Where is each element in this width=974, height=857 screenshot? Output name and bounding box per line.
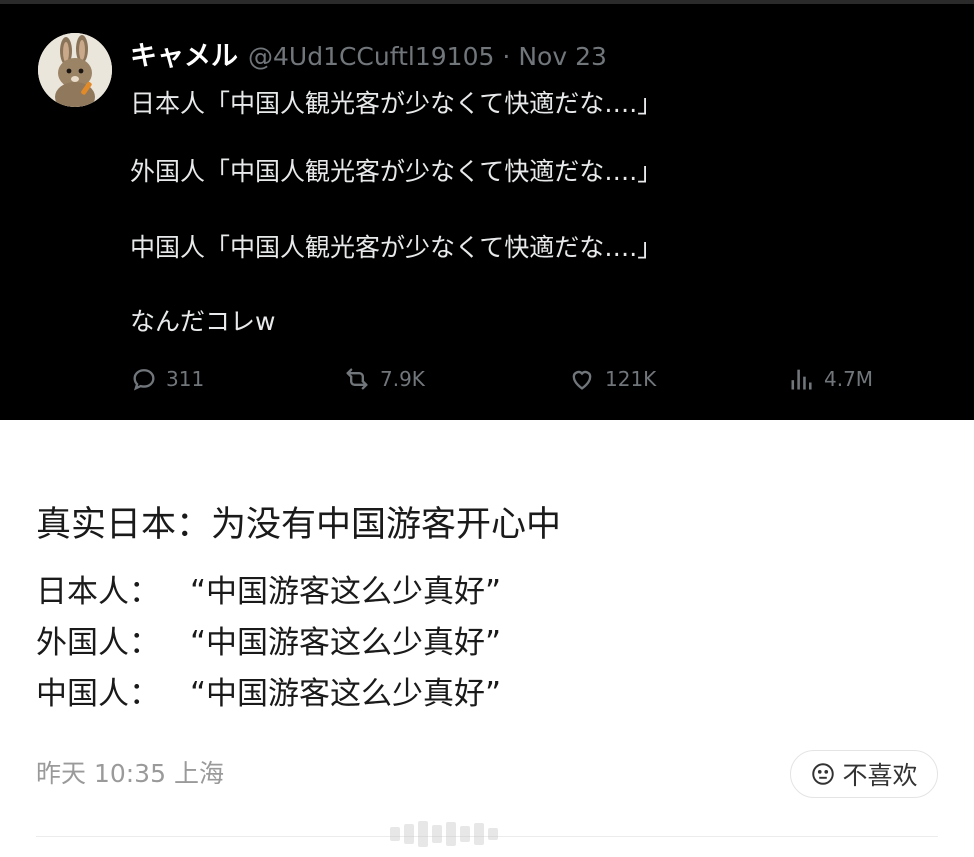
frown-icon — [812, 763, 835, 785]
embedded-tweet-image: キャメル @4Ud1CCuftl19105 · Nov 23 日本人「中国人観光… — [0, 0, 974, 420]
tweet-stats-bar: 311 7.9K 121K 4.7M — [130, 362, 890, 396]
reply-count: 311 — [166, 367, 205, 391]
dislike-button[interactable]: 不喜欢 — [790, 750, 938, 798]
reply-icon — [133, 369, 155, 391]
tweet-separator: · — [502, 42, 511, 71]
tweet-views-stat: 4.7M — [788, 362, 873, 396]
post-text-line: 中国人： “中国游客这么少真好” — [36, 668, 501, 713]
tweet-text-line: 中国人「中国人観光客が少なくて快適だな….」 — [130, 233, 663, 262]
post-line-quote: “中国游客这么少真好” — [190, 676, 502, 712]
repost-icon — [346, 368, 368, 390]
rabbit-avatar-icon — [38, 33, 112, 107]
tweet-text-line: 日本人「中国人観光客が少なくて快適だな….」 — [130, 89, 663, 118]
views-icon — [791, 369, 812, 390]
tweet-reply-stat: 311 — [130, 362, 204, 396]
post-line-speaker: 中国人： — [36, 676, 160, 712]
tweet-repost-stat: 7.9K — [342, 362, 425, 396]
post-line-quote: “中国游客这么少真好” — [190, 625, 502, 661]
post-meta-time-location: 昨天 10:35 上海 — [36, 759, 224, 788]
tweet-text-line: 外国人「中国人観光客が少なくて快適だな….」 — [130, 157, 663, 186]
post-text-line: 日本人： “中国游客这么少真好” — [36, 566, 501, 611]
post-text-line: 外国人： “中国游客这么少真好” — [36, 617, 501, 662]
post-title: 真实日本：为没有中国游客开心中 — [36, 505, 562, 545]
dislike-label: 不喜欢 — [842, 761, 918, 790]
tweet-header: キャメル @4Ud1CCuftl19105 · Nov 23 — [130, 34, 607, 72]
repost-count: 7.9K — [380, 367, 425, 391]
tweet-top-border — [0, 0, 974, 4]
post-line-speaker: 外国人： — [36, 625, 160, 661]
like-count: 121K — [605, 367, 657, 391]
tweet-date: Nov 23 — [518, 42, 607, 71]
post-line-speaker: 日本人： — [36, 574, 160, 610]
tweet-display-name: キャメル — [130, 41, 238, 72]
post-line-quote: “中国游客这么少真好” — [190, 574, 502, 610]
watermark-graphic — [390, 820, 580, 848]
heart-icon — [572, 370, 592, 390]
tweet-handle: @4Ud1CCuftl19105 — [248, 42, 495, 71]
views-count: 4.7M — [824, 367, 874, 391]
tweet-text-line: なんだコレw — [130, 307, 276, 336]
tweet-like-stat: 121K — [567, 362, 656, 396]
